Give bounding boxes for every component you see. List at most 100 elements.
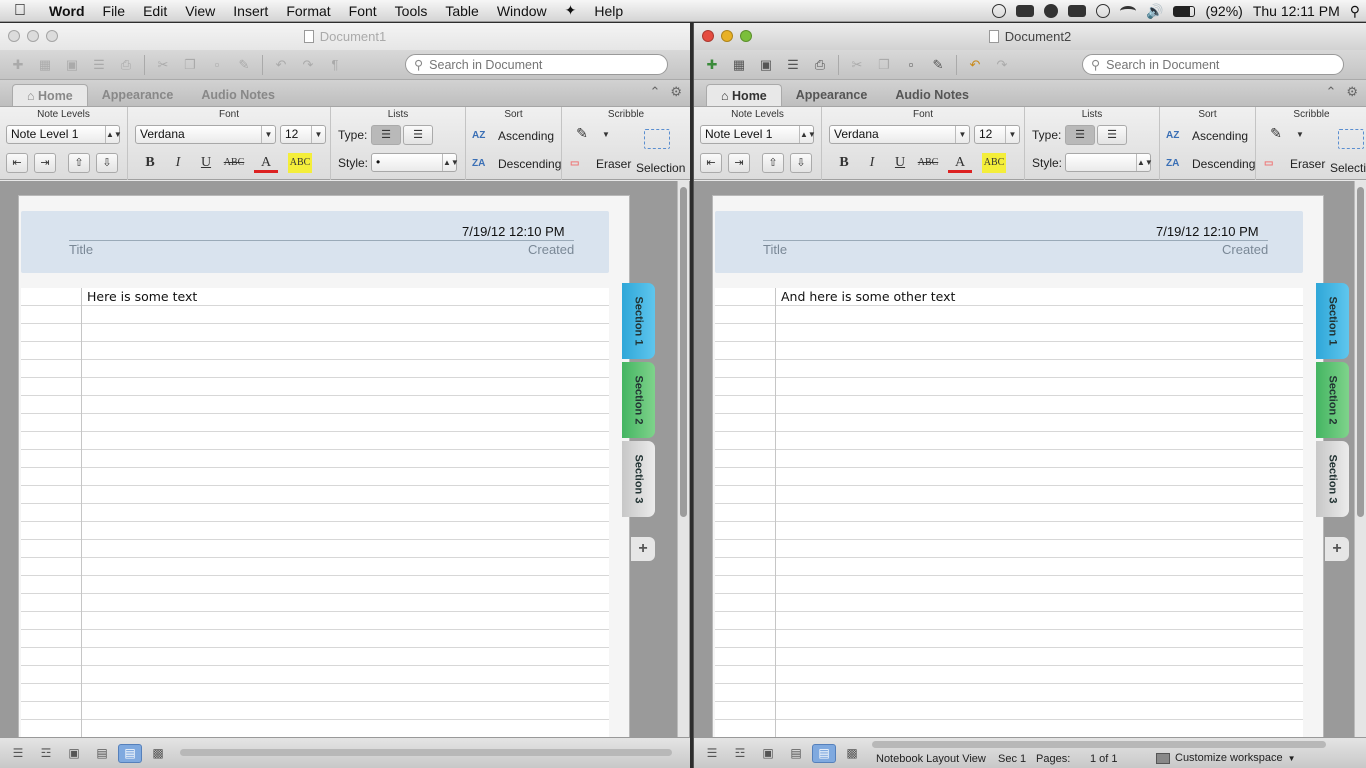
search-field[interactable]: ⚲ [405,54,668,75]
templates-icon[interactable]: ▦ [727,54,751,76]
italic-button[interactable]: I [166,153,190,173]
note-level-select[interactable]: Note Level 1 ▲▼ [700,125,816,144]
display-icon[interactable] [1068,5,1087,17]
tab-home[interactable]: ⌂ Home [706,84,782,106]
cut-icon[interactable]: ✂ [151,54,175,76]
highlight-button[interactable]: ABC [982,153,1006,173]
spotlight-search-icon[interactable]: ⚲ [1350,3,1360,20]
font-name-select[interactable]: Verdana ▼ [829,125,970,144]
font-size-select[interactable]: 12 ▼ [974,125,1020,144]
vertical-scrollbar[interactable] [677,181,689,737]
eraser-button[interactable]: ▭ Eraser [570,154,631,174]
search-field[interactable]: ⚲ [1082,54,1344,75]
sort-ascending-button[interactable]: AZ Ascending [1166,126,1248,146]
sort-descending-button[interactable]: ZA Descending [472,154,561,174]
demote-icon[interactable]: ⇥ [728,153,750,173]
time-machine-icon[interactable] [1096,4,1111,18]
note-text[interactable]: And here is some other text [781,289,958,304]
menu-insert[interactable]: Insert [224,3,277,19]
script-menu-icon[interactable]: ✦ [556,2,586,19]
promote-icon[interactable]: ⇤ [700,153,722,173]
volume-icon[interactable]: 🔊 [1146,3,1163,20]
paste-icon[interactable]: ▫ [899,54,923,76]
pen-dropdown-icon[interactable]: ▼ [1288,125,1312,145]
outline-view-icon[interactable]: ☲ [34,744,58,763]
font-size-select[interactable]: 12 ▼ [280,125,326,144]
menu-view[interactable]: View [176,3,224,19]
collapse-ribbon-icon[interactable]: ⌃ [649,84,660,100]
strikethrough-button[interactable]: ABC [916,153,940,173]
selection-label[interactable]: Selection [636,161,685,175]
menu-tools[interactable]: Tools [386,3,437,19]
new-document-icon[interactable]: ✚ [700,54,724,76]
format-painter-icon[interactable]: ✎ [926,54,950,76]
sort-ascending-button[interactable]: AZ Ascending [472,126,554,146]
paste-icon[interactable]: ▫ [205,54,229,76]
bold-button[interactable]: B [832,153,856,173]
search-input[interactable] [429,57,630,72]
selection-label[interactable]: Selectio [1330,161,1366,175]
templates-icon[interactable]: ▦ [33,54,57,76]
section-tab-2[interactable]: Section 2 [1316,362,1349,438]
numbered-list-icon[interactable]: ☰ [1097,125,1127,145]
note-body[interactable]: Here is some text [21,288,609,737]
eraser-button[interactable]: ▭ Eraser [1264,154,1325,174]
publishing-view-icon[interactable]: ▣ [62,744,86,763]
section-tab-1[interactable]: Section 1 [1316,283,1349,359]
print-icon[interactable]: ⎙ [808,54,832,76]
note-body[interactable]: And here is some other text [715,288,1303,737]
vertical-scrollbar[interactable] [1354,181,1366,737]
selection-icon[interactable] [644,129,670,149]
focus-view-icon[interactable]: ▩ [146,744,170,763]
ribbon-settings-gear-icon[interactable]: ⚙ [1346,84,1358,100]
search-input[interactable] [1106,57,1307,72]
tab-audio-notes[interactable]: Audio Notes [881,84,983,106]
draft-view-icon[interactable]: ☰ [700,744,724,763]
page-title[interactable]: Title [69,242,93,257]
font-name-select[interactable]: Verdana ▼ [135,125,276,144]
zoom-window-button[interactable] [740,30,752,42]
add-section-icon[interactable]: + [631,537,655,561]
menu-window[interactable]: Window [488,3,556,19]
minimize-window-button[interactable] [27,30,39,42]
notebook-view-icon[interactable]: ▤ [812,744,836,763]
section-tab-1[interactable]: Section 1 [622,283,655,359]
sort-descending-button[interactable]: ZA Descending [1166,154,1255,174]
highlight-button[interactable]: ABC [288,153,312,173]
underline-button[interactable]: U [888,153,912,173]
pen-dropdown-icon[interactable]: ▼ [594,125,618,145]
open-icon[interactable]: ☰ [781,54,805,76]
italic-button[interactable]: I [860,153,884,173]
notebook-view-icon[interactable]: ▤ [118,744,142,763]
wifi-icon[interactable] [1120,6,1137,16]
list-style-select[interactable]: ▲▼ [1065,153,1153,172]
close-window-button[interactable] [702,30,714,42]
pen-icon[interactable]: ✎ [1264,125,1288,145]
move-up-icon[interactable]: ⇧ [68,153,90,173]
window-titlebar[interactable]: Document2 [694,23,1366,50]
pen-icon[interactable]: ✎ [570,125,594,145]
promote-icon[interactable]: ⇤ [6,153,28,173]
print-layout-view-icon[interactable]: ▤ [90,744,114,763]
bulleted-list-icon[interactable]: ☰ [1065,125,1095,145]
horizontal-scrollbar[interactable] [872,741,1326,748]
format-painter-icon[interactable]: ✎ [232,54,256,76]
save-icon[interactable]: ▣ [754,54,778,76]
section-tab-3[interactable]: Section 3 [622,441,655,517]
section-tab-3[interactable]: Section 3 [1316,441,1349,517]
window-titlebar[interactable]: Document1 [0,23,690,50]
close-window-button[interactable] [8,30,20,42]
apple-menu-icon[interactable]:  [0,2,40,20]
pilcrow-icon[interactable]: ¶ [323,54,347,76]
undo-icon[interactable]: ↶ [963,54,987,76]
menu-edit[interactable]: Edit [134,3,176,19]
bold-button[interactable]: B [138,153,162,173]
print-icon[interactable]: ⎙ [114,54,138,76]
font-color-button[interactable]: A [254,153,278,173]
undo-icon[interactable]: ↶ [269,54,293,76]
tab-appearance[interactable]: Appearance [88,84,188,106]
print-layout-view-icon[interactable]: ▤ [784,744,808,763]
new-document-icon[interactable]: ✚ [6,54,30,76]
menu-font[interactable]: Font [340,3,386,19]
customize-workspace-button[interactable]: Customize workspace ▼ [1156,752,1296,764]
